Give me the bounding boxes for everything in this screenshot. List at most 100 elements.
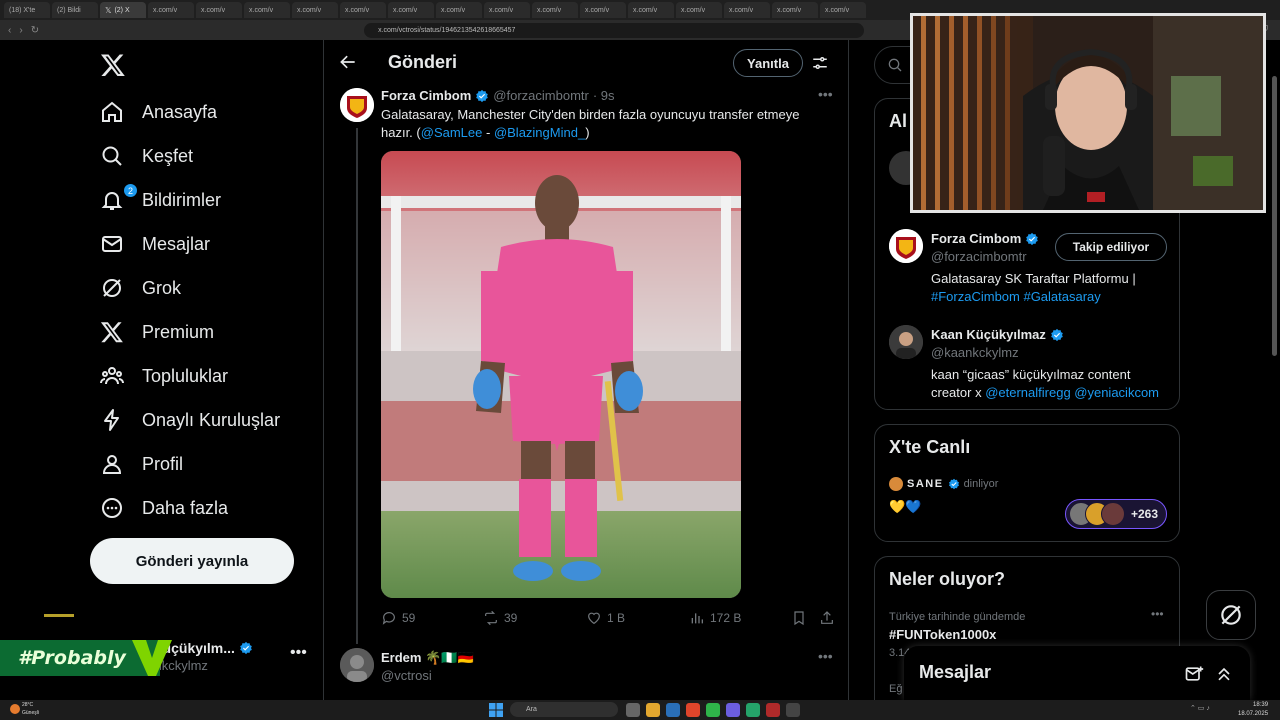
scrollbar-thumb[interactable] [1272, 76, 1277, 356]
streamer-webcam-image [913, 16, 1263, 210]
browser-tab[interactable]: x.com/v [676, 2, 722, 18]
browser-tab[interactable]: x.com/v [388, 2, 434, 18]
tweet-author-name[interactable]: Erdem 🌴🇳🇬🇩🇪 [381, 650, 474, 666]
browser-tab-active[interactable]: 𝕏 (2) X [100, 2, 146, 18]
avatar[interactable] [340, 88, 374, 122]
reload-icon[interactable]: ↻ [31, 25, 39, 36]
mention-link[interactable]: @SamLee [421, 125, 483, 140]
browser-tab[interactable]: x.com/v [148, 2, 194, 18]
listeners-pill[interactable]: +263 [1065, 499, 1167, 529]
messages-drawer[interactable]: Mesajlar [904, 646, 1250, 700]
tweet-media-photo[interactable] [381, 151, 741, 598]
browser-tab[interactable]: x.com/v [436, 2, 482, 18]
tweet-author[interactable]: Forza Cimbom @forzacimbomtr · 9s [381, 88, 615, 103]
browser-tab[interactable]: (18) X'te [4, 2, 50, 18]
bookmark-icon[interactable] [791, 610, 807, 626]
mention-link[interactable]: @eternalfiregg @yeniacikcom [985, 385, 1159, 400]
browser-tab[interactable]: x.com/v [820, 2, 866, 18]
nav-item-profile[interactable]: Profil [100, 444, 183, 484]
user-bio: Galatasaray SK Taraftar Platformu | #For… [931, 270, 1171, 306]
nav-item-label: Onaylı Kuruluşlar [142, 409, 281, 430]
nav-item-label: Grok [142, 277, 182, 298]
browser-tab[interactable]: x.com/v [724, 2, 770, 18]
sliders-icon[interactable] [811, 54, 829, 72]
reply-action[interactable]: 59 [381, 610, 415, 626]
browser-tab[interactable]: x.com/v [580, 2, 626, 18]
back-arrow-icon[interactable] [338, 52, 358, 72]
hashtag-link[interactable]: #ForzaCimbom #Galatasaray [931, 289, 1101, 304]
app-icon[interactable] [766, 703, 780, 717]
mention-link[interactable]: @BlazingMind_ [494, 125, 585, 140]
file-explorer-icon[interactable] [646, 703, 660, 717]
trend-hashtag[interactable]: #FUNToken1000x [889, 627, 996, 642]
back-icon[interactable]: ‹ [8, 25, 11, 36]
more-dots-icon[interactable]: ••• [1151, 607, 1164, 621]
browser-tab[interactable]: x.com/v [484, 2, 530, 18]
tweet-text-end: ) [585, 125, 590, 140]
reply-button[interactable]: Yanıtla [733, 49, 803, 77]
chevron-up-double-icon[interactable] [1214, 664, 1234, 684]
nav-item-messages[interactable]: Mesajlar [100, 224, 210, 264]
reply-tweet[interactable]: Erdem 🌴🇳🇬🇩🇪 @vctrosi ••• [324, 646, 849, 700]
taskbar-clock[interactable]: 18:39 18.07.2025 [1238, 701, 1268, 719]
more-dots-icon[interactable]: ••• [290, 644, 307, 662]
scrollbar[interactable] [1270, 40, 1278, 700]
windows-start-icon[interactable] [489, 703, 503, 717]
nav-item-more[interactable]: Daha fazla [100, 488, 228, 528]
user-bio-text: Galatasaray SK Taraftar Platformu | [931, 271, 1136, 286]
brave-browser-icon[interactable] [686, 703, 700, 717]
x-logo-icon[interactable] [100, 52, 126, 78]
more-dots-icon[interactable]: ••• [818, 648, 833, 664]
user-name[interactable]: Kaan Küçükyılmaz [931, 327, 1064, 342]
avatar[interactable] [889, 229, 923, 263]
browser-tab[interactable]: (2) Bildi [52, 2, 98, 18]
nav-item-premium[interactable]: Premium [100, 312, 214, 352]
avatar[interactable] [340, 648, 374, 682]
task-view-icon[interactable] [626, 703, 640, 717]
avatar[interactable] [889, 325, 923, 359]
nav-item-label: Profil [142, 453, 184, 474]
url-field[interactable]: x.com/vctrosi/status/1946213542618665457 [364, 22, 865, 38]
nav-item-verified-orgs[interactable]: Onaylı Kuruluşlar [100, 400, 280, 440]
new-message-icon[interactable] [1184, 664, 1204, 684]
nav-item-explore[interactable]: Keşfet [100, 136, 193, 176]
nav-item-grok[interactable]: Grok [100, 268, 181, 308]
tweet-author-handle[interactable]: @vctrosi [381, 668, 432, 683]
nav-item-home[interactable]: Anasayfa [100, 92, 217, 132]
browser-tab[interactable]: x.com/v [292, 2, 338, 18]
discord-icon[interactable] [726, 703, 740, 717]
clock-time: 18:39 [1253, 702, 1269, 708]
whatsapp-icon[interactable] [746, 703, 760, 717]
weather-widget[interactable]: 28°C Güneşli [10, 701, 39, 717]
browser-tab[interactable]: x.com/v [628, 2, 674, 18]
user-name[interactable]: Forza Cimbom [931, 231, 1039, 246]
repost-action[interactable]: 39 [483, 610, 517, 626]
thread-line [356, 128, 358, 644]
live-host[interactable]: SANE dinliyor [889, 477, 998, 491]
nav-item-notifications[interactable]: 2 Bildirimler [100, 180, 221, 220]
post-button[interactable]: Gönderi yayınla [90, 538, 294, 584]
forward-icon[interactable]: › [19, 25, 22, 36]
views-action[interactable]: 172 B [689, 610, 741, 626]
system-tray[interactable]: ⌃ ▭ ♪ [1190, 704, 1210, 712]
page-title: Gönderi [388, 52, 458, 72]
nav-item-label: Mesajlar [142, 233, 211, 254]
home-icon [102, 101, 122, 122]
taskbar-search[interactable]: Ara [510, 702, 618, 717]
browser-tab[interactable]: x.com/v [244, 2, 290, 18]
live-spaces-card[interactable]: X'te Canlı SANE dinliyor 💛💙 +263 [874, 424, 1180, 542]
browser-tab[interactable]: x.com/v [196, 2, 242, 18]
grok-floating-button[interactable] [1206, 590, 1256, 640]
browser-tab[interactable]: x.com/v [772, 2, 818, 18]
listener-count: +263 [1131, 507, 1159, 521]
obs-icon[interactable] [786, 703, 800, 717]
share-icon[interactable] [819, 610, 835, 626]
more-dots-icon[interactable]: ••• [818, 86, 833, 102]
browser-tab[interactable]: x.com/v [340, 2, 386, 18]
nav-item-communities[interactable]: Topluluklar [100, 356, 228, 396]
following-button[interactable]: Takip ediliyor [1055, 233, 1167, 261]
browser-tab[interactable]: x.com/v [532, 2, 578, 18]
steam-icon[interactable] [666, 703, 680, 717]
like-action[interactable]: 1 B [586, 610, 625, 626]
app-icon[interactable] [706, 703, 720, 717]
